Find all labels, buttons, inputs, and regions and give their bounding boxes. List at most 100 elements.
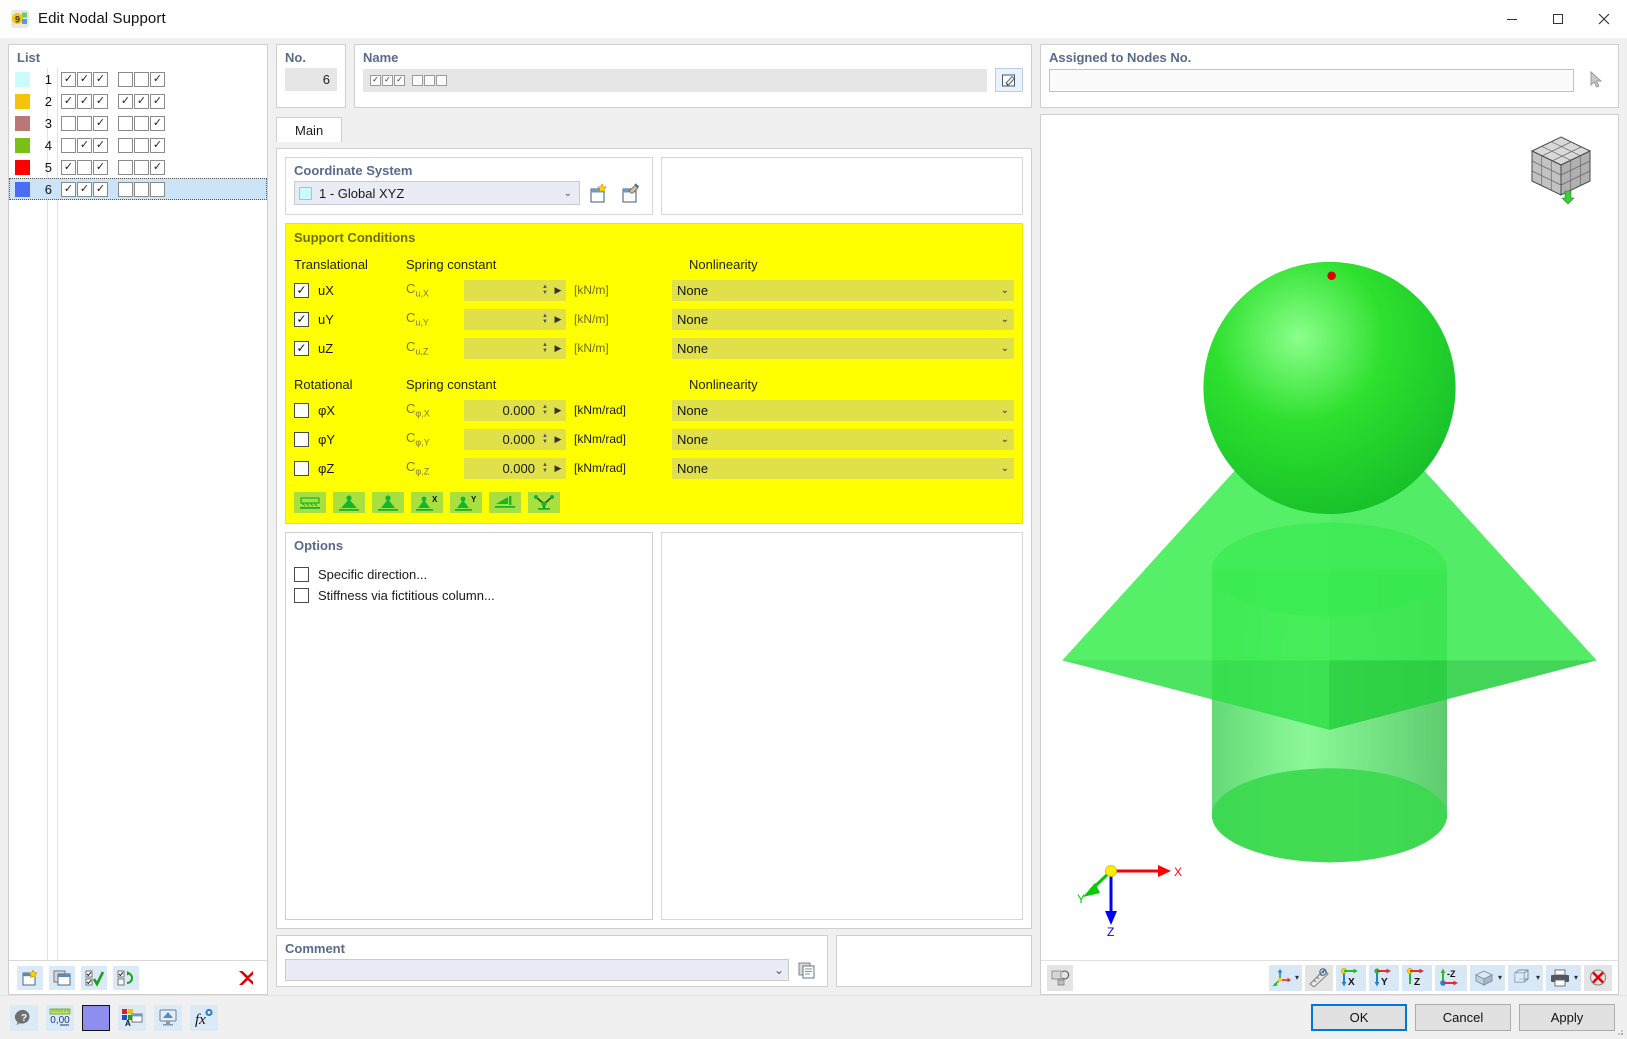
list-item-checkbox[interactable] [93,71,108,87]
spring-constant-input[interactable]: 0.000 ▲ ▼ ▶ [464,428,566,450]
option-specific-direction[interactable]: Specific direction... [286,564,652,585]
list-item-checkbox[interactable] [61,93,76,109]
list-item[interactable]: 2 [9,90,267,112]
close-button[interactable] [1581,0,1627,38]
view-wireframe-button[interactable]: ▾ [1507,964,1543,991]
list-item-checkbox[interactable] [93,115,108,131]
list-item-checkbox[interactable] [77,71,92,87]
view-render-toggle-button[interactable] [1047,964,1073,991]
model-viewport[interactable]: X Z Y [1041,115,1618,960]
view-axes-button[interactable]: ▾ [1268,964,1302,991]
list-item-checkbox[interactable] [118,159,133,175]
decimal-places-button[interactable]: 0,00 [46,1004,74,1031]
list-item-checkbox[interactable] [118,115,133,131]
list-item-checkbox[interactable] [61,159,76,175]
list-item-checkbox[interactable] [150,137,165,153]
support-preset-x[interactable]: X [411,492,443,513]
coordinate-system-select[interactable]: 1 - Global XYZ ⌄ [294,181,580,205]
spring-more-icon[interactable]: ▶ [551,343,565,354]
list-item-checkbox[interactable] [118,181,133,197]
comment-library-icon[interactable] [795,959,819,981]
view-print-button[interactable]: ▾ [1545,964,1581,991]
support-checkbox-φZ[interactable] [294,460,309,476]
ok-button[interactable]: OK [1311,1004,1407,1031]
option-fictitious-column[interactable]: Stiffness via fictitious column... [286,585,652,606]
list-item-checkbox[interactable] [77,137,92,153]
spring-constant-input[interactable]: 0.000 ▲ ▼ ▶ [464,457,566,479]
list-item-checkbox[interactable] [150,93,165,109]
list-item-checkbox[interactable] [134,93,149,109]
name-input[interactable] [363,68,987,92]
nonlinearity-select[interactable]: None ⌄ [672,457,1014,479]
list-item-checkbox[interactable] [61,115,76,131]
list-item-checkbox[interactable] [118,71,133,87]
spring-more-icon[interactable]: ▶ [551,285,565,296]
support-checkbox-φY[interactable] [294,431,309,447]
color-swatch-button[interactable] [82,1004,110,1031]
support-preset-pinned[interactable] [372,492,404,513]
cancel-button[interactable]: Cancel [1415,1004,1511,1031]
list-item-checkbox[interactable] [134,181,149,197]
spring-constant-input[interactable]: 0.000 ▲ ▼ ▶ [464,399,566,421]
minimize-button[interactable] [1489,0,1535,38]
nonlinearity-select[interactable]: None ⌄ [672,428,1014,450]
list-item[interactable]: 5 [9,156,267,178]
view-direction-z-button[interactable]: Z [1401,964,1432,991]
list-item-checkbox[interactable] [150,71,165,87]
support-preset-y[interactable]: Y [450,492,482,513]
list-item-checkbox[interactable] [134,137,149,153]
support-checkbox-uZ[interactable] [294,340,309,356]
view-direction-y-button[interactable]: Y [1368,964,1399,991]
help-button[interactable]: ? [10,1004,38,1031]
list-item-checkbox[interactable] [118,137,133,153]
stepper-arrows[interactable]: ▲ ▼ [539,462,551,474]
stepper-arrows[interactable]: ▲ ▼ [539,342,551,354]
new-coordinate-system-icon[interactable] [586,181,612,205]
list-item[interactable]: 1 [9,68,267,90]
formula-button[interactable]: fx [190,1004,218,1031]
view-direction-x-button[interactable]: X [1335,964,1366,991]
select-all-button[interactable] [81,965,107,990]
spring-more-icon[interactable]: ▶ [551,434,565,445]
spring-constant-input[interactable]: ▲ ▼ ▶ [464,279,566,301]
list-item-checkbox[interactable] [150,115,165,131]
nonlinearity-select[interactable]: None ⌄ [672,337,1014,359]
spring-more-icon[interactable]: ▶ [551,314,565,325]
list-item-checkbox[interactable] [150,181,165,197]
list-item-checkbox[interactable] [93,93,108,109]
display-properties-button[interactable]: A [118,1004,146,1031]
copy-item-button[interactable] [49,965,75,990]
assigned-nodes-input[interactable] [1049,68,1574,92]
new-item-button[interactable] [17,965,43,990]
support-checkbox-φX[interactable] [294,402,309,418]
list-item-checkbox[interactable] [61,137,76,153]
edit-coordinate-system-icon[interactable] [618,181,644,205]
spring-constant-input[interactable]: ▲ ▼ ▶ [464,308,566,330]
spring-more-icon[interactable]: ▶ [551,463,565,474]
list-item-checkbox[interactable] [93,181,108,197]
stepper-arrows[interactable]: ▲ ▼ [539,313,551,325]
tab-main[interactable]: Main [276,117,343,142]
maximize-button[interactable] [1535,0,1581,38]
spring-constant-input[interactable]: ▲ ▼ ▶ [464,337,566,359]
list-item-checkbox[interactable] [77,115,92,131]
support-preset-fixed[interactable] [333,492,365,513]
fictitious-column-checkbox[interactable] [294,588,309,603]
pick-cursor-icon[interactable] [1582,68,1610,92]
list-item-checkbox[interactable] [134,115,149,131]
nonlinearity-select[interactable]: None ⌄ [672,308,1014,330]
list-item-checkbox[interactable] [134,71,149,87]
support-checkbox-uY[interactable] [294,311,309,327]
visibility-button[interactable] [154,1004,182,1031]
list-item[interactable]: 3 [9,112,267,134]
list-item-checkbox[interactable] [77,159,92,175]
stepper-arrows[interactable]: ▲ ▼ [539,284,551,296]
edit-pencil-icon[interactable] [995,68,1023,92]
view-close-button[interactable] [1584,964,1612,991]
list-item-checkbox[interactable] [93,159,108,175]
stepper-arrows[interactable]: ▲ ▼ [539,404,551,416]
view-shading-button[interactable]: ▾ [1469,964,1505,991]
list-item[interactable]: 4 [9,134,267,156]
stepper-arrows[interactable]: ▲ ▼ [539,433,551,445]
nonlinearity-select[interactable]: None ⌄ [672,399,1014,421]
